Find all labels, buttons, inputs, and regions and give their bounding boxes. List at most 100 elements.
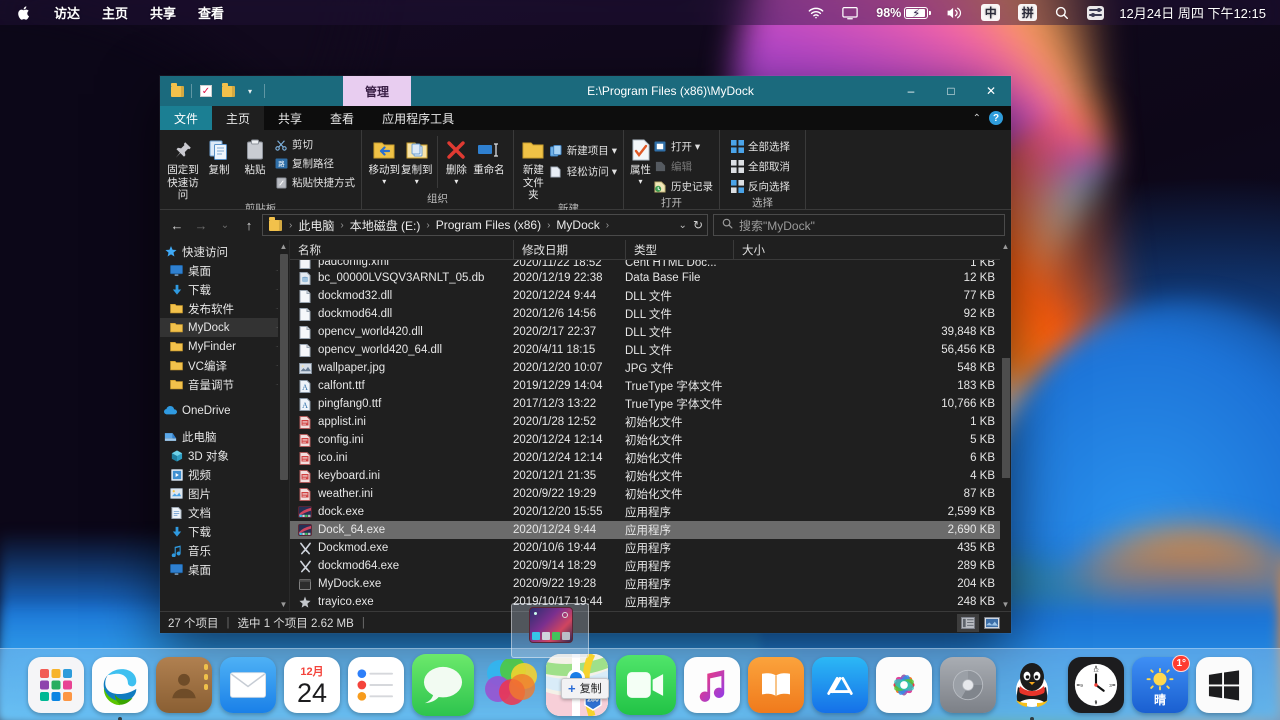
table-row[interactable]: ico.ini 2020/12/24 12:14 初始化文件 6 KB	[290, 449, 1011, 467]
select-all-button[interactable]: 全部选择	[730, 138, 790, 155]
dock-item-windows[interactable]	[1196, 656, 1252, 713]
ribbon-tab-file[interactable]: 文件	[160, 106, 213, 130]
table-row[interactable]: wallpaper.jpg 2020/12/20 10:07 JPG 文件 548 K…	[290, 359, 1011, 377]
contextual-tab-manage[interactable]: 管理	[343, 76, 412, 106]
new-item-button[interactable]: 新建项目 ▾	[549, 142, 617, 159]
spotlight-search-icon[interactable]	[1046, 6, 1078, 20]
dock-item-edge[interactable]	[92, 656, 148, 720]
up-button[interactable]: ↑	[238, 214, 260, 236]
control-center-icon[interactable]	[1078, 5, 1113, 20]
breadcrumb[interactable]: › 此电脑 › 本地磁盘 (E:) › Program Files (x86) …	[262, 214, 708, 236]
scroll-down-arrow-icon[interactable]: ▼	[1002, 600, 1010, 609]
paste-shortcut-button[interactable]: 粘贴快捷方式	[274, 174, 355, 191]
address-bar[interactable]: ← → ⌄ ↑ › 此电脑 › 本地磁盘 (E:) › Program File…	[160, 210, 1011, 240]
properties-button[interactable]: 属性 ▾	[630, 134, 651, 186]
sidebar-item-视频[interactable]: 视频	[160, 465, 289, 484]
menu-item-home[interactable]: 主页	[91, 1, 139, 24]
sidebar-item-快速访问[interactable]: 快速访问	[160, 242, 289, 261]
column-header-name[interactable]: 名称	[290, 240, 513, 260]
table-row[interactable]: Dockmod.exe 2020/10/6 19:44 应用程序 435 KB	[290, 539, 1011, 557]
sidebar-item-桌面[interactable]: 桌面	[160, 560, 289, 579]
dock-item-photos-colors[interactable]	[482, 657, 538, 713]
dock-item-mail[interactable]	[220, 656, 276, 713]
maximize-button[interactable]: □	[931, 76, 971, 106]
dock-item-clock[interactable]: 12 3 6 9	[1068, 656, 1124, 713]
dock-item-facetime[interactable]	[616, 654, 676, 715]
copy-path-button[interactable]: 路 复制路径	[274, 155, 355, 172]
help-icon[interactable]: ?	[989, 111, 1003, 125]
menu-item-share[interactable]: 共享	[139, 1, 187, 24]
sidebar-item-3d-对象[interactable]: 3D 对象	[160, 446, 289, 465]
table-row[interactable]: Acalfont.ttf 2019/12/29 14:04 TrueType 字体文…	[290, 377, 1011, 395]
ribbon-body[interactable]: 固定到 快速访问 复制 粘贴 剪切 路 复制路径 粘贴快捷方式 剪贴板 移动到 …	[160, 130, 1011, 215]
new-folder-button[interactable]: 新建 文件夹	[520, 134, 547, 201]
recent-locations-button[interactable]: ⌄	[214, 214, 236, 236]
sidebar-item-文档[interactable]: 文档	[160, 503, 289, 522]
copy-to-button[interactable]: 复制到 ▾	[401, 134, 434, 186]
sidebar-scroll-thumb[interactable]	[280, 254, 288, 480]
delete-button[interactable]: 删除 ▾	[442, 134, 471, 186]
table-row[interactable]: dockmod32.dll 2020/12/24 9:44 DLL 文件 77 KB	[290, 287, 1011, 305]
ribbon-tab-app-tools[interactable]: 应用程序工具	[368, 106, 468, 130]
sidebar-item-桌面[interactable]: 桌面	[160, 261, 289, 280]
display-icon[interactable]	[833, 6, 867, 20]
file-list-pane[interactable]: 名称 修改日期 类型 大小 padconfig.xml 2020/11/22 18…	[290, 239, 1011, 611]
file-explorer-window[interactable]: ✓ ▾ 管理 E:\Program Files (x86)\MyDock – □…	[160, 76, 1011, 633]
chevron-down-icon[interactable]: ▾	[382, 177, 386, 186]
back-button[interactable]: ←	[166, 214, 188, 236]
navigation-pane[interactable]: 快速访问 桌面 下载 发布软件 MyDock MyFinder VC编译 音量调节 OneDri…	[160, 240, 290, 611]
table-row[interactable]: weather.ini 2020/9/22 19:29 初始化文件 87 KB	[290, 485, 1011, 503]
folder-icon[interactable]	[166, 78, 188, 104]
table-row[interactable]: dockmod64.dll 2020/12/6 14:56 DLL 文件 92 KB	[290, 305, 1011, 323]
forward-button[interactable]: →	[190, 214, 212, 236]
rename-button[interactable]: 重命名	[471, 134, 507, 176]
column-header-type[interactable]: 类型	[625, 239, 733, 260]
dock-item-settings[interactable]	[940, 656, 996, 713]
pin-to-quick-access-button[interactable]: 固定到 快速访问	[166, 134, 200, 201]
large-icons-view-icon[interactable]	[981, 614, 1003, 632]
dock-item-weather[interactable]: 晴 1°	[1132, 654, 1190, 713]
dock-item-messages[interactable]	[412, 653, 474, 716]
file-list-scroll-thumb[interactable]	[1002, 358, 1010, 478]
table-row[interactable]: dock.exe 2020/12/20 15:55 应用程序 2,599 KB	[290, 503, 1011, 521]
scroll-up-arrow-icon[interactable]: ▲	[280, 242, 288, 251]
sidebar-item-发布软件[interactable]: 发布软件	[160, 299, 289, 318]
column-header-date[interactable]: 修改日期	[513, 239, 625, 260]
ribbon-tab-home[interactable]: 主页	[212, 106, 265, 130]
battery-status[interactable]: 98% ⚡	[867, 6, 937, 20]
menu-item-view[interactable]: 查看	[187, 1, 235, 24]
chevron-down-icon[interactable]: ▾	[239, 78, 261, 104]
sidebar-item-onedrive[interactable]: OneDrive	[160, 401, 289, 420]
details-view-icon[interactable]	[957, 613, 979, 632]
history-button[interactable]: 历史记录	[653, 178, 713, 195]
ribbon-tab-share[interactable]: 共享	[264, 106, 316, 130]
dock-item-books[interactable]	[748, 656, 804, 713]
minimize-button[interactable]: –	[891, 76, 931, 106]
table-row[interactable]: keyboard.ini 2020/12/1 21:35 初始化文件 4 KB	[290, 467, 1011, 485]
menubar-clock[interactable]: 12月24日 周四 下午12:15	[1113, 3, 1272, 22]
dock-item-qq[interactable]	[1004, 657, 1060, 720]
wifi-icon[interactable]	[799, 7, 833, 19]
refresh-icon[interactable]: ↻	[693, 218, 703, 232]
chevron-down-icon[interactable]: ▾	[638, 177, 642, 186]
table-row[interactable]: trayico.exe 2019/10/17 19:44 应用程序 248 KB	[290, 593, 1011, 611]
column-header-size[interactable]: 大小	[733, 239, 1011, 260]
window-title-bar[interactable]: ✓ ▾ 管理 E:\Program Files (x86)\MyDock – □…	[160, 76, 1011, 106]
easy-access-button[interactable]: 轻松访问 ▾	[549, 163, 617, 180]
breadcrumb-item-program-files[interactable]: Program Files (x86)	[433, 218, 544, 232]
scroll-up-arrow-icon[interactable]: ▲	[1002, 242, 1010, 251]
ime-indicator-zh[interactable]: 中	[972, 4, 1009, 21]
menu-item-finder[interactable]: 访达	[43, 1, 91, 24]
breadcrumb-item-mydock[interactable]: MyDock	[553, 218, 602, 232]
paste-button[interactable]: 粘贴	[238, 134, 272, 176]
dock-item-photos[interactable]	[876, 656, 932, 713]
ime-indicator-pinyin[interactable]: 拼	[1009, 4, 1046, 21]
table-row[interactable]: Apingfang0.ttf 2017/12/3 13:22 TrueType 字体…	[290, 395, 1011, 413]
chevron-down-icon[interactable]: ▾	[454, 177, 458, 186]
table-row[interactable]: bc_00000LVSQV3ARNLT_05.db 2020/12/19 22:3…	[290, 269, 1011, 287]
apple-logo-icon[interactable]	[0, 5, 43, 21]
dock-item-music[interactable]	[684, 656, 740, 713]
open-button[interactable]: 打开 ▾	[653, 138, 713, 155]
sidebar-item-vc编译[interactable]: VC编译	[160, 356, 289, 375]
table-row[interactable]: config.ini 2020/12/24 12:14 初始化文件 5 KB	[290, 431, 1011, 449]
